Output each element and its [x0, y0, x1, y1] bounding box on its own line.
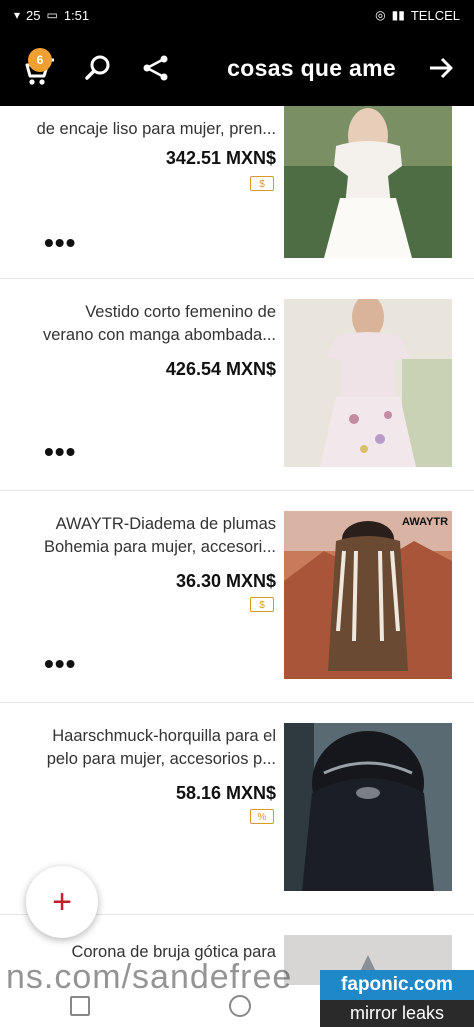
product-title[interactable]: AWAYTR-Diadema de plumas Bohemia para mu…: [18, 513, 276, 559]
list-item[interactable]: de encaje liso para mujer, pren... 342.5…: [0, 106, 474, 279]
cart-button[interactable]: 6: [20, 48, 60, 88]
signal-icon: ▮▮: [391, 8, 405, 22]
back-button[interactable]: [424, 48, 458, 88]
product-title[interactable]: Vestido corto femenino de verano con man…: [18, 301, 276, 347]
list-item[interactable]: Vestido corto femenino de verano con man…: [0, 279, 474, 491]
battery-level: 25: [26, 7, 41, 23]
product-image[interactable]: [284, 299, 452, 467]
status-bar: ▾ 25 ▭ 1:51 ◎ ▮▮ TELCEL: [0, 0, 474, 30]
instagram-icon: ◎: [375, 8, 386, 22]
search-button[interactable]: [78, 48, 118, 88]
list-item[interactable]: AWAYTR AWAYTR-Diadema de plumas Bohemia …: [0, 491, 474, 703]
page-title: cosas que ame: [227, 54, 396, 81]
watermark-badge-bottom: mirror leaks: [320, 1000, 474, 1027]
image-brand-label: AWAYTR: [402, 516, 448, 528]
wifi-icon: ▾: [14, 8, 21, 22]
product-image[interactable]: AWAYTR: [284, 511, 452, 679]
share-icon: [143, 55, 168, 81]
product-price: 58.16 MXN$: [175, 783, 276, 803]
coin-badge: $: [250, 597, 274, 612]
product-price: 36.30 MXN$: [175, 571, 276, 591]
add-fab-button[interactable]: +: [26, 866, 98, 938]
more-options-button[interactable]: •••: [44, 650, 76, 678]
more-options-button[interactable]: •••: [44, 438, 76, 466]
status-time: 1:51: [63, 7, 90, 23]
share-button[interactable]: [136, 48, 176, 88]
product-title[interactable]: Corona de bruja gótica para: [18, 941, 276, 964]
search-icon: [85, 55, 110, 80]
product-image[interactable]: [284, 723, 452, 891]
watermark-badge: faponic.com mirror leaks: [320, 970, 474, 1027]
home-icon[interactable]: [228, 995, 251, 1017]
product-image[interactable]: [284, 106, 452, 258]
product-price: 342.51 MXN$: [165, 148, 276, 168]
product-title[interactable]: Haarschmuck-horquilla para el pelo para …: [18, 725, 276, 771]
product-price: 426.54 MXN$: [165, 359, 276, 379]
coin-badge: $: [250, 176, 274, 191]
watermark-badge-top: faponic.com: [320, 970, 474, 1000]
more-options-button[interactable]: •••: [44, 229, 76, 257]
app-bar: 6 cosas que ame: [0, 30, 474, 106]
carrier-name: TELCEL: [410, 7, 460, 23]
cart-count-badge: 6: [28, 48, 52, 72]
recents-icon[interactable]: [69, 996, 90, 1016]
coin-badge: %: [250, 809, 274, 824]
battery-icon: ▭: [46, 8, 58, 22]
product-title[interactable]: de encaje liso para mujer, pren...: [18, 118, 276, 141]
back-arrow-icon: [430, 57, 453, 79]
